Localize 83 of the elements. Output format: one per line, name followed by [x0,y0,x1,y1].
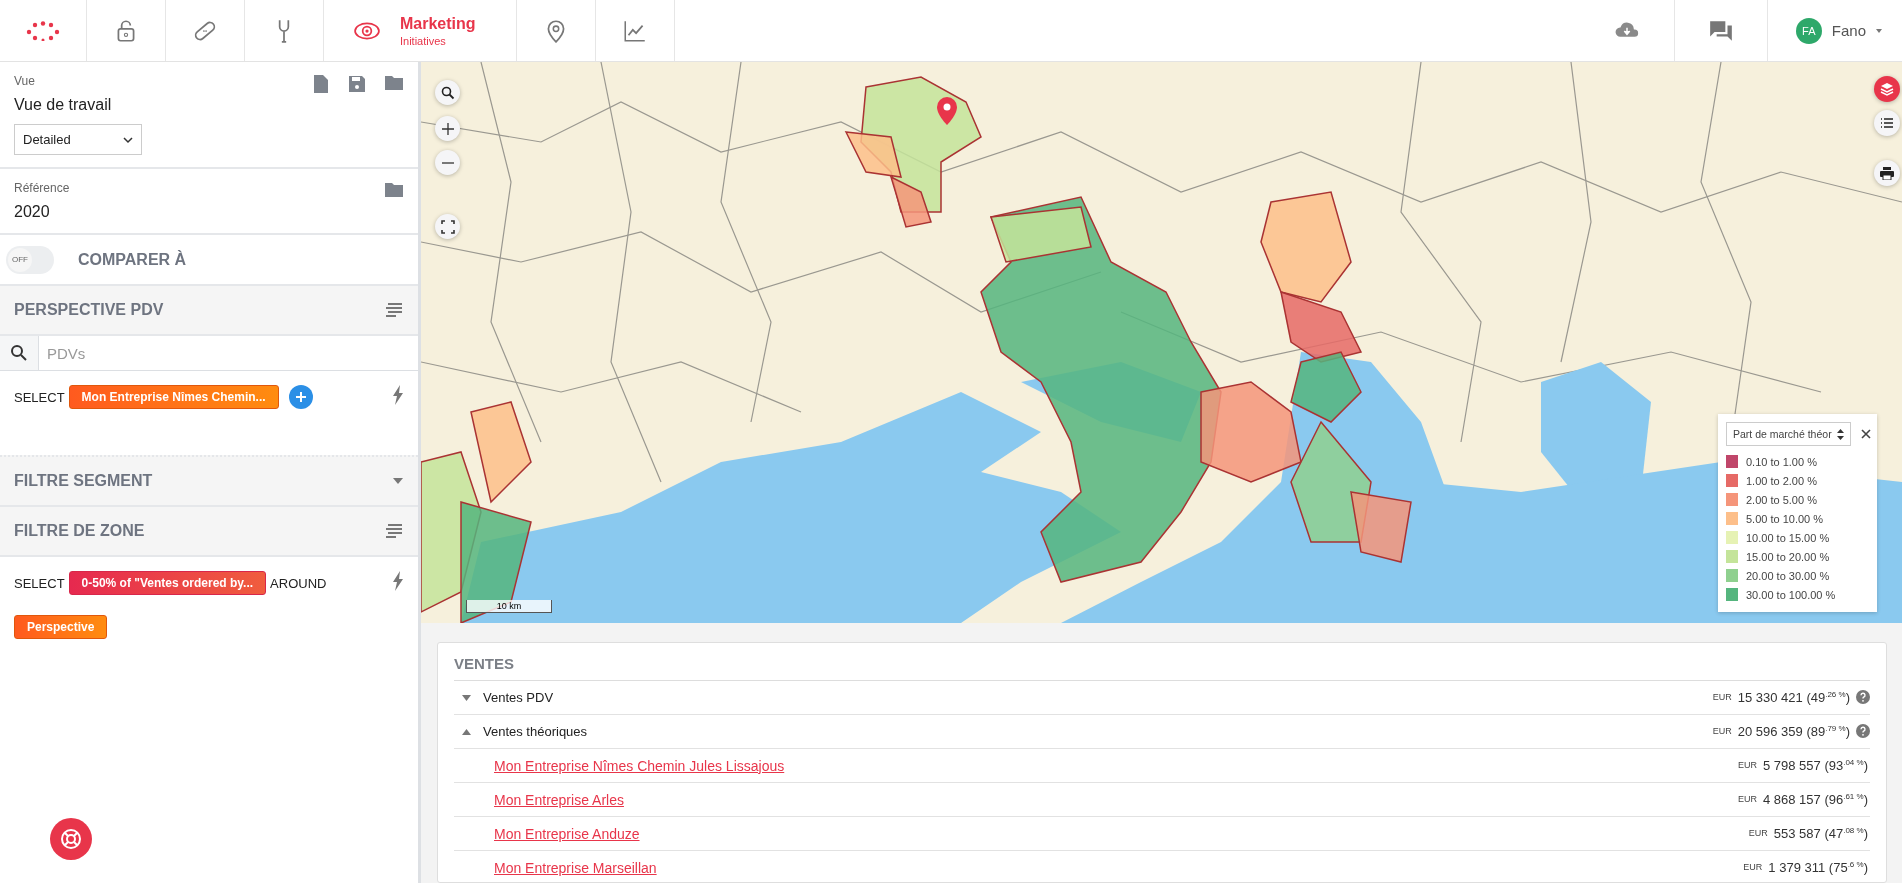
view-dropdown[interactable]: Detailed [14,124,142,155]
help-icon[interactable] [1856,724,1870,739]
legend-label: 20.00 to 30.00 % [1746,569,1830,582]
sales-value: 20 596 359 (89$^{.79 %}$) [1737,723,1850,740]
search-icon [440,85,455,100]
add-button[interactable] [288,385,313,409]
sort-arrows-icon [1836,428,1844,440]
folder-icon[interactable] [384,181,404,199]
zoom-in-icon [440,121,455,136]
dots-logo-icon[interactable] [25,20,61,41]
expand-toggle[interactable]: Ventes théoriques [454,724,588,739]
legend-label: 15.00 to 20.00 % [1746,550,1830,563]
lightning-icon[interactable] [392,385,404,405]
sales-value: 15 330 421 (49$^{.26 %}$) [1737,689,1850,706]
legend-label: 1.00 to 2.00 % [1746,474,1817,487]
close-icon[interactable] [1861,429,1871,439]
segment-filter-header[interactable]: FILTRE SEGMENT [0,455,418,507]
perspective-chip[interactable]: Perspective [14,615,108,639]
sales-value: 1 379 311 (75$^{.6 %}$) [1768,859,1868,876]
user-name: Fano [1831,22,1866,39]
help-button[interactable] [50,818,92,860]
list-icon [1880,116,1894,130]
currency-label: EUR [1737,794,1757,805]
caret-up-icon [462,728,471,735]
legend-label: 0.10 to 1.00 % [1746,455,1817,468]
store-link[interactable]: Mon Entreprise Arles [454,791,624,808]
compare-toggle[interactable]: OFF [6,245,54,274]
row-label: Ventes PDV [483,690,554,705]
select-label: SELECT [14,575,65,591]
nav-tab[interactable]: Marketing Initiatives [324,0,517,61]
document-icon[interactable] [312,74,330,94]
lightning-icon[interactable] [392,571,404,591]
caret-down-icon [392,477,404,485]
currency-label: EUR [1748,828,1768,839]
nav-sublabel: Initiatives [400,34,447,47]
list-icon[interactable] [386,524,404,538]
caret-down-icon [462,694,471,701]
map-scale: 10 km [466,600,552,613]
around-label: AROUND [270,575,327,591]
legend-label: 10.00 to 15.00 % [1746,531,1830,544]
list-icon[interactable] [386,303,404,317]
section-title: FILTRE SEGMENT [14,472,153,490]
folder-icon[interactable] [384,74,404,92]
section-title: FILTRE DE ZONE [14,522,145,540]
user-menu[interactable]: FA Fano [1766,0,1902,61]
view-name: Vue de travail [14,96,113,114]
print-icon [1880,166,1894,180]
currency-label: EUR [1743,862,1763,873]
currency-label: EUR [1712,726,1732,737]
section-title: PERSPECTIVE PDV [14,301,164,319]
legend-label: 5.00 to 10.00 % [1746,512,1824,525]
layers-icon [1880,82,1894,96]
zoom-out-icon [441,161,454,164]
row-label: Ventes théoriques [483,724,588,739]
save-icon[interactable] [348,74,366,94]
reference-value: 2020 [14,203,51,221]
card-title: VENTES [454,655,1870,681]
plus-icon [295,392,306,402]
reference-label: Référence [14,181,70,195]
store-link[interactable]: Mon Entreprise Marseillan [454,859,657,876]
user-avatar: FA [1795,17,1822,44]
legend-dropdown[interactable]: Part de marché théor [1726,422,1851,446]
currency-label: EUR [1712,692,1732,703]
fullscreen-icon [440,219,455,234]
select-label: SELECT [14,389,65,405]
store-link[interactable]: Mon Entreprise Anduze [454,825,640,842]
sales-value: 5 798 557 (93$^{.04 %}$) [1762,757,1868,774]
currency-label: EUR [1737,760,1757,771]
help-icon[interactable] [1856,690,1870,705]
legend-label: 30.00 to 100.00 % [1746,588,1836,601]
store-chip[interactable]: Mon Entreprise Nîmes Chemin... [68,385,279,409]
compare-label: COMPARER À [78,250,187,269]
legend-label: 2.00 to 5.00 % [1746,493,1817,506]
nav-label: Marketing [400,14,476,33]
expand-toggle[interactable]: Ventes PDV [454,690,554,705]
lifebuoy-icon [60,828,82,850]
store-link[interactable]: Mon Entreprise Nîmes Chemin Jules Lissajous [454,757,785,774]
search-icon [10,344,28,362]
view-label: Vue [14,74,36,88]
sales-value: 553 587 (47$^{.08 %}$) [1773,825,1868,842]
sales-value: 4 868 157 (96$^{.61 %}$) [1762,791,1868,808]
criteria-chip[interactable]: 0-50% of "Ventes ordered by... [68,571,267,595]
chevron-down-icon [123,135,133,144]
